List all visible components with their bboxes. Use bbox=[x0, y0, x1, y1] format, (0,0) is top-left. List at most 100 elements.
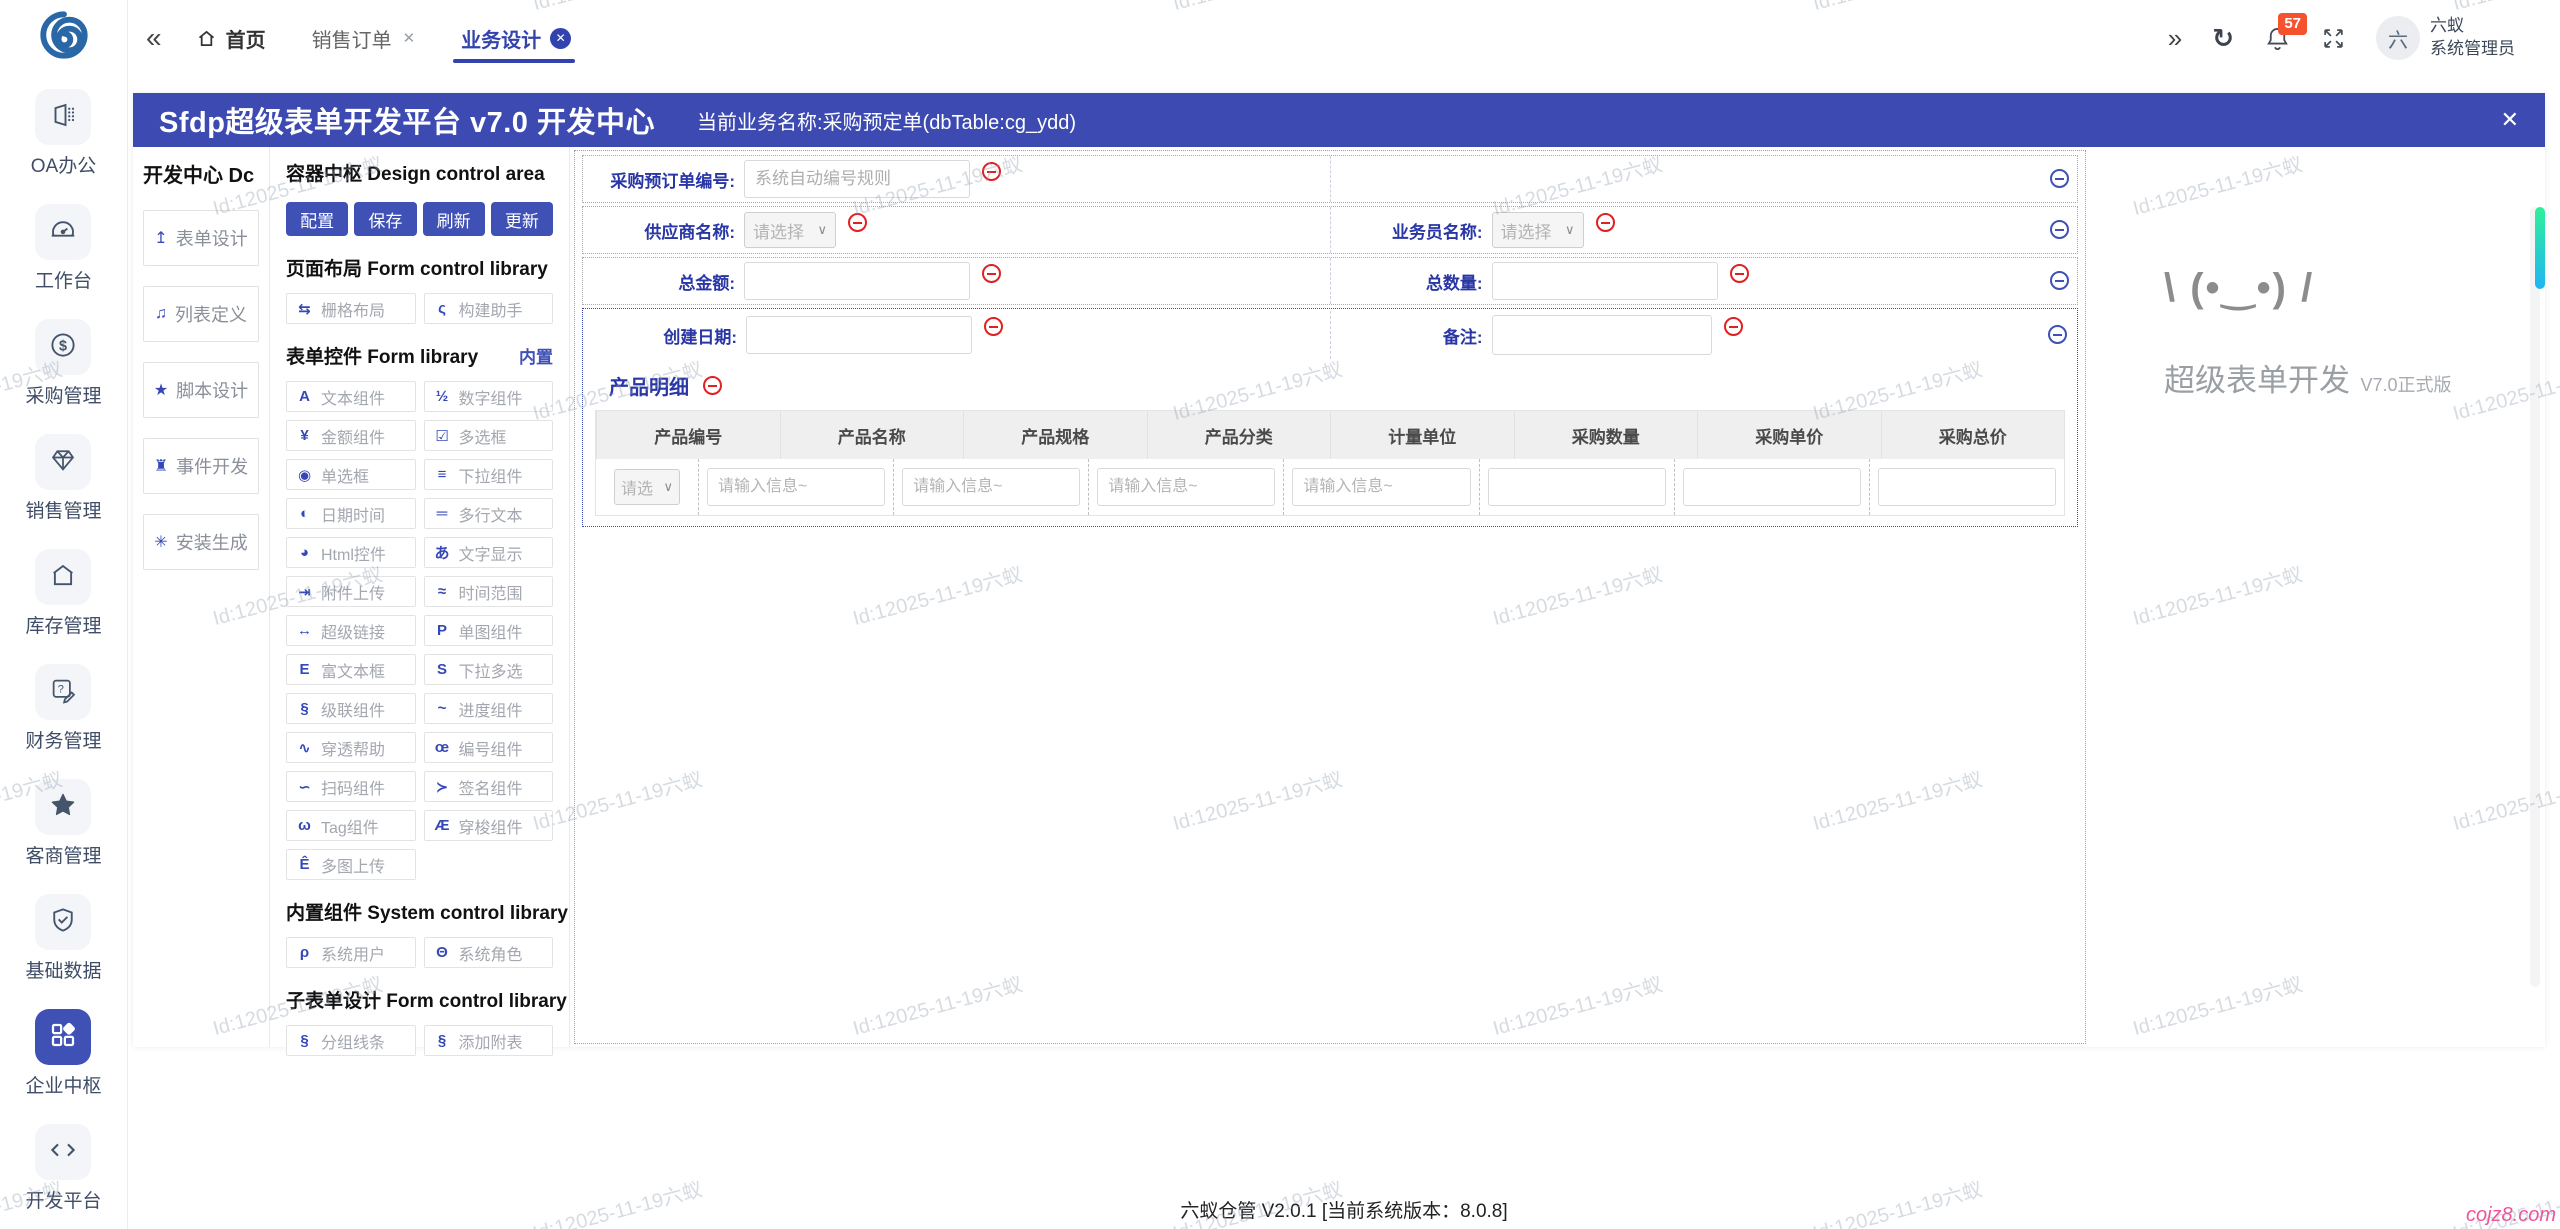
sidebar-item[interactable]: 销售管理 bbox=[25, 434, 102, 523]
sidebar-item[interactable]: 基础数据 bbox=[25, 894, 102, 983]
component-item[interactable]: あ 文字显示 bbox=[423, 537, 553, 568]
action-button[interactable]: 配置 bbox=[286, 202, 349, 236]
notifications-bell-icon[interactable]: 57 bbox=[2264, 12, 2307, 52]
product-spec-input[interactable] bbox=[902, 468, 1081, 506]
total-amount-input[interactable] bbox=[744, 262, 970, 300]
user-menu[interactable]: 六 六蚁 系统管理员 bbox=[2376, 15, 2515, 61]
component-item[interactable]: Ê 多图上传 bbox=[286, 849, 416, 880]
component-item[interactable]: ═ 多行文本 bbox=[423, 498, 553, 529]
tab-business-design[interactable]: 业务设计 ✕ bbox=[453, 0, 576, 76]
remove-row-icon[interactable] bbox=[2048, 325, 2067, 344]
sidebar-item[interactable]: $ 采购管理 bbox=[25, 319, 102, 408]
total-qty-input[interactable] bbox=[1491, 262, 1718, 300]
remove-field-icon[interactable] bbox=[984, 317, 1003, 336]
close-tab-icon[interactable]: ✕ bbox=[403, 29, 416, 47]
purchase-price-input[interactable] bbox=[1682, 468, 1861, 506]
close-designer-icon[interactable]: ✕ bbox=[2501, 107, 2519, 133]
sidebar-item[interactable]: 工作台 bbox=[35, 204, 92, 293]
dev-center-title: 开发中心 Dc bbox=[143, 165, 255, 187]
purchase-qty-input[interactable] bbox=[1487, 468, 1666, 506]
purchase-total-input[interactable] bbox=[1877, 468, 2056, 506]
component-item[interactable]: œ 编号组件 bbox=[423, 732, 553, 763]
component-item[interactable]: A 文本组件 bbox=[286, 381, 416, 412]
component-item[interactable]: ω Tag组件 bbox=[286, 810, 416, 841]
dev-center-button[interactable]: ♫ 列表定义 bbox=[143, 286, 259, 342]
component-icon: ς bbox=[438, 300, 446, 317]
component-item[interactable]: § 级联组件 bbox=[286, 693, 416, 724]
tab-sales-order[interactable]: 销售订单 ✕ bbox=[312, 0, 416, 76]
component-item[interactable]: ρ 系统用户 bbox=[286, 937, 416, 968]
create-date-input[interactable] bbox=[746, 316, 972, 354]
unit-input[interactable] bbox=[1292, 468, 1471, 506]
action-button[interactable]: 保存 bbox=[354, 202, 417, 236]
salesman-select[interactable]: 请选择 ∨ bbox=[1491, 212, 1584, 248]
remove-row-icon[interactable] bbox=[2050, 271, 2069, 290]
component-item[interactable]: ≈ 时间范围 bbox=[423, 576, 553, 607]
tab-home[interactable]: 首页 bbox=[196, 0, 266, 76]
sidebar-item[interactable]: OA办公 bbox=[31, 89, 96, 178]
remove-field-icon[interactable] bbox=[1595, 213, 1615, 232]
order-no-input[interactable] bbox=[744, 160, 970, 198]
scrollbar-track[interactable] bbox=[2530, 207, 2540, 987]
refresh-icon[interactable]: ↻ bbox=[2212, 23, 2234, 54]
collapse-sidebar-icon[interactable]: « bbox=[146, 24, 162, 52]
remove-field-icon[interactable] bbox=[1729, 264, 1749, 283]
control-library-panel: 容器中枢 Design control area 配置 保存 刷新 更新 页面布局 F… bbox=[270, 147, 570, 1056]
sidebar-item[interactable]: 客商管理 bbox=[25, 779, 102, 868]
component-item[interactable]: ↔ 超级链接 bbox=[286, 615, 416, 646]
component-item[interactable]: ⇆ 栅格布局 bbox=[286, 293, 416, 324]
dev-center-button[interactable]: ★ 脚本设计 bbox=[143, 362, 259, 418]
form-row-totals[interactable]: 总金额: 总数量: bbox=[582, 257, 2078, 305]
component-item[interactable]: ◕ Html控件 bbox=[286, 537, 416, 568]
component-item[interactable]: ◐ 日期时间 bbox=[286, 498, 416, 529]
remove-row-icon[interactable] bbox=[2050, 220, 2069, 239]
sidebar-item[interactable]: 库存管理 bbox=[25, 549, 102, 638]
scrollbar-thumb[interactable] bbox=[2535, 207, 2545, 289]
remark-textarea[interactable] bbox=[1491, 315, 1712, 355]
component-item[interactable]: § 分组线条 bbox=[286, 1025, 416, 1056]
component-item[interactable]: ≡ 下拉组件 bbox=[423, 459, 553, 490]
fullscreen-icon[interactable] bbox=[2321, 26, 2346, 51]
component-item[interactable]: Θ 系统角色 bbox=[423, 937, 553, 968]
product-code-select[interactable]: 请选 ∨ bbox=[614, 469, 680, 505]
remove-field-icon[interactable] bbox=[1723, 317, 1743, 336]
form-row-order-no[interactable]: 采购预订单编号: bbox=[582, 155, 2078, 203]
form-row-supplier[interactable]: 供应商名称: 请选择 ∨ 业务员名称: 请选择 ∨ bbox=[582, 206, 2078, 254]
component-item[interactable]: ς 构建助手 bbox=[423, 293, 553, 324]
remove-field-icon[interactable] bbox=[848, 213, 867, 232]
builtin-link[interactable]: 内置 bbox=[519, 343, 553, 368]
close-tab-icon[interactable]: ✕ bbox=[550, 27, 572, 49]
more-tabs-icon[interactable]: » bbox=[2168, 23, 2182, 54]
component-item[interactable]: Æ 穿梭组件 bbox=[423, 810, 553, 841]
form-row-date-remark[interactable]: 创建日期: 备注: bbox=[585, 311, 2075, 359]
component-item[interactable]: ∽ 扫码组件 bbox=[286, 771, 416, 802]
sidebar-item[interactable]: ? 财务管理 bbox=[25, 664, 102, 753]
component-item[interactable]: § 添加附表 bbox=[423, 1025, 553, 1056]
action-button[interactable]: 更新 bbox=[490, 202, 553, 236]
dev-center-button[interactable]: ✳ 安装生成 bbox=[143, 514, 259, 570]
component-item[interactable]: ≻ 签名组件 bbox=[423, 771, 553, 802]
component-item[interactable]: ~ 进度组件 bbox=[423, 693, 553, 724]
remove-field-icon[interactable] bbox=[982, 162, 1001, 181]
supplier-select[interactable]: 请选择 ∨ bbox=[744, 212, 836, 248]
component-item[interactable]: ¥ 金额组件 bbox=[286, 420, 416, 451]
remove-row-icon[interactable] bbox=[2050, 169, 2069, 188]
action-button[interactable]: 刷新 bbox=[422, 202, 485, 236]
component-item[interactable]: ◉ 单选框 bbox=[286, 459, 416, 490]
remove-detail-icon[interactable] bbox=[703, 376, 722, 395]
component-icon: ≡ bbox=[437, 466, 447, 483]
component-item[interactable]: E 富文本框 bbox=[286, 654, 416, 685]
product-category-input[interactable] bbox=[1097, 468, 1276, 506]
component-item[interactable]: ⇥ 附件上传 bbox=[286, 576, 416, 607]
product-name-input[interactable] bbox=[707, 468, 886, 506]
remove-field-icon[interactable] bbox=[982, 264, 1001, 283]
component-item[interactable]: ½ 数字组件 bbox=[423, 381, 553, 412]
sidebar-item[interactable]: 企业中枢 bbox=[25, 1009, 102, 1098]
component-item[interactable]: P 单图组件 bbox=[423, 615, 553, 646]
component-item[interactable]: S 下拉多选 bbox=[423, 654, 553, 685]
sidebar-item[interactable]: 开发平台 bbox=[25, 1124, 102, 1213]
dev-center-button[interactable]: ♜ 事件开发 bbox=[143, 438, 259, 494]
component-item[interactable]: ☑ 多选框 bbox=[423, 420, 553, 451]
component-item[interactable]: ∿ 穿透帮助 bbox=[286, 732, 416, 763]
dev-center-button[interactable]: ↥ 表单设计 bbox=[143, 210, 259, 266]
